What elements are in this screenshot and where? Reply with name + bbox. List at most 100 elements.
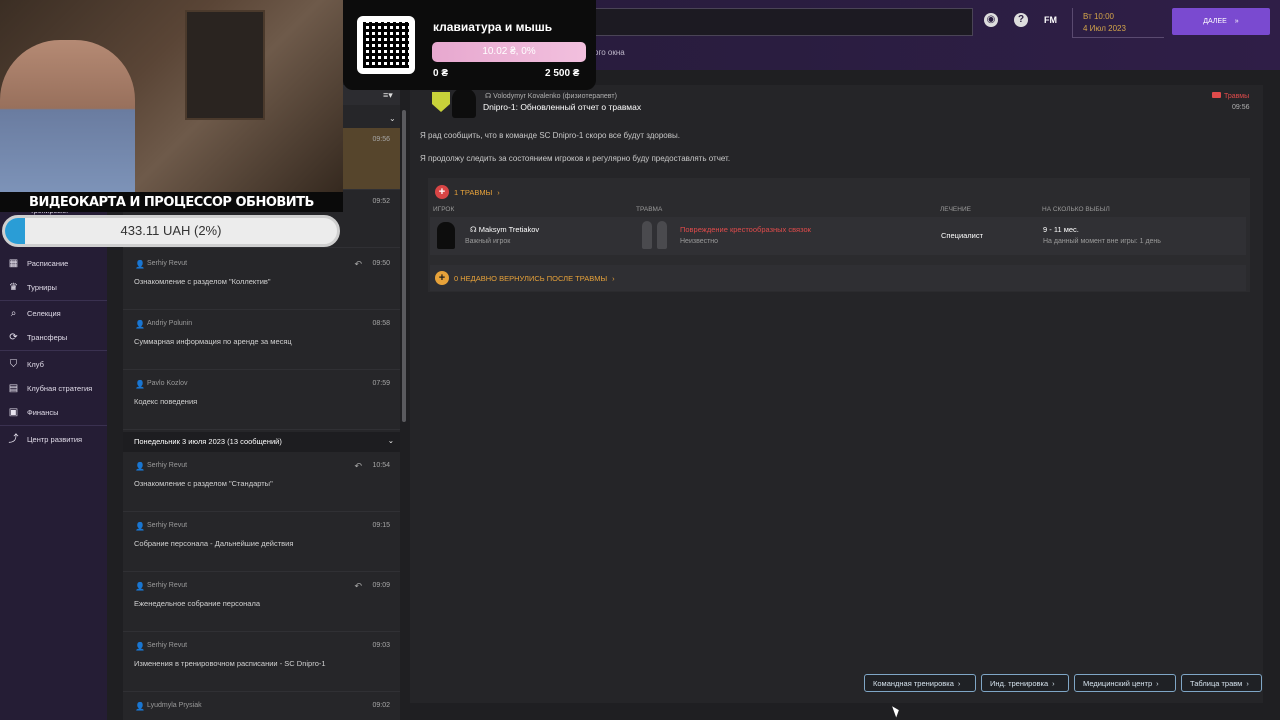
button-label: Медицинский центр <box>1083 678 1153 688</box>
nav-label: Расписание <box>27 259 69 268</box>
message-item[interactable]: 👤 Andriy Polunin 08:58 Суммарная информа… <box>123 312 400 370</box>
person-icon: 👤 <box>135 462 145 471</box>
col-injury: ТРАВМА <box>636 206 663 213</box>
message-from: ☊ Volodymyr Kovalenko (физиотерапевт) <box>485 92 617 100</box>
nav-label: Турниры <box>27 283 57 292</box>
col-treatment: ЛЕЧЕНИЕ <box>940 206 971 213</box>
returned-header[interactable]: + 0 НЕДАВНО ВЕРНУЛИСЬ ПОСЛЕ ТРАВМЫ › <box>435 271 615 285</box>
list-view-toggle-icon[interactable]: ≡▾ <box>383 90 393 101</box>
individual-training-button[interactable]: Инд. тренировка › <box>981 674 1069 692</box>
message-sender: Serhiy Revut <box>147 642 188 649</box>
player-avatar <box>437 222 455 249</box>
nav-item-finances[interactable]: ▣ Финансы <box>8 407 59 418</box>
injury-duration-note: На данный момент вне игры: 1 день <box>1043 238 1161 245</box>
message-tag[interactable]: Травмы <box>1212 92 1249 100</box>
search-input[interactable] <box>540 8 973 36</box>
message-subject: Кодекс поведения <box>134 397 198 406</box>
subtab-label[interactable]: ого окна <box>594 48 625 57</box>
donation-min: 0 ₴ <box>433 68 449 79</box>
chevron-right-icon: › <box>1052 678 1055 688</box>
message-item[interactable]: 👤 Lyudmyla Prysiak 09:02 <box>123 694 400 720</box>
from-role: (физиотерапевт) <box>562 93 617 100</box>
webcam-overlay <box>0 0 343 192</box>
transfer-icon: ⟳ <box>9 332 18 343</box>
chevron-right-icon: › <box>612 273 615 283</box>
mouse-cursor-icon <box>892 704 901 718</box>
button-label: Инд. тренировка <box>990 678 1049 688</box>
from-name[interactable]: Volodymyr Kovalenko <box>493 93 560 100</box>
message-list-scrollbar[interactable] <box>402 110 406 422</box>
donation-goal-text: 433.11 UAH (2%) <box>120 223 222 238</box>
fm-logo[interactable]: FM <box>1044 15 1057 25</box>
person-icon: 👤 <box>135 522 145 531</box>
injuries-header[interactable]: + 1 ТРАВМЫ › <box>435 185 500 199</box>
nav-item-tournaments[interactable]: ♛ Турниры <box>8 282 57 293</box>
message-sender: Serhiy Revut <box>147 462 188 469</box>
person-icon: 👤 <box>135 320 145 329</box>
nav-item-transfers[interactable]: ⟳ Трансферы <box>8 332 67 343</box>
button-label: Таблица травм <box>1190 678 1243 688</box>
message-item[interactable]: 👤 Serhiy Revut 09:15 Собрание персонала … <box>123 514 400 572</box>
nav-item-scouting[interactable]: ⌕ Селекция <box>8 308 61 319</box>
nav-label: Финансы <box>27 408 59 417</box>
donation-progress: 10.02 ₴, 0% <box>432 42 586 62</box>
webcam-person <box>0 40 135 192</box>
message-sender: Lyudmyla Prysiak <box>147 702 202 709</box>
message-item[interactable]: 👤 Serhiy Revut ↶ 09:50 Ознакомление с ра… <box>123 252 400 310</box>
message-item[interactable]: 👤 Serhiy Revut ↶ 10:54 Ознакомление с ра… <box>123 454 400 512</box>
webcam-background <box>185 10 265 120</box>
message-item[interactable]: 👤 Serhiy Revut 09:03 Изменения в трениро… <box>123 634 400 692</box>
continue-button[interactable]: ДАЛЕЕ » <box>1172 8 1270 35</box>
person-icon: 👤 <box>135 260 145 269</box>
person-icon: 👤 <box>135 642 145 651</box>
message-subject: Ознакомление с разделом "Стандарты" <box>134 479 273 488</box>
team-training-button[interactable]: Командная тренировка › <box>864 674 976 692</box>
treatment: Специалист <box>941 231 984 240</box>
donation-goal-bar: 433.11 UAH (2%) <box>2 215 340 247</box>
medical-centre-button[interactable]: Медицинский центр › <box>1074 674 1176 692</box>
nav-label: Клуб <box>27 360 44 369</box>
donation-max: 2 500 ₴ <box>545 68 580 79</box>
game-date: Вт 10:00 4 Июл 2023 <box>1072 8 1164 38</box>
reply-icon: ↶ <box>354 259 362 269</box>
injuries-header-label: 1 ТРАВМЫ <box>454 187 493 197</box>
date-day: 4 Июл 2023 <box>1083 24 1126 33</box>
date-time: Вт 10:00 <box>1083 12 1114 21</box>
chevron-down-icon[interactable]: ⌄ <box>389 114 396 123</box>
tag-label: Травмы <box>1224 93 1250 100</box>
body-back-icon <box>657 221 667 249</box>
headset-icon: ☊ <box>485 93 494 100</box>
shield-icon: ⛉ <box>9 359 18 370</box>
nav-item-development[interactable]: ⤴ Центр развития <box>8 434 83 445</box>
player-role: Важный игрок <box>465 238 511 245</box>
injury-row[interactable] <box>430 217 1246 255</box>
day-group-header[interactable]: Понедельник 3 июля 2023 (13 сообщений) ⌄ <box>123 432 400 452</box>
message-time: 09:56 <box>372 136 390 143</box>
nav-label: Трансферы <box>27 333 68 342</box>
message-time: 09:09 <box>372 582 390 589</box>
person-icon: 👤 <box>135 380 145 389</box>
message-item[interactable]: 👤 Serhiy Revut ↶ 09:09 Еженедельное собр… <box>123 574 400 632</box>
injury-duration: 9 - 11 мес. <box>1043 225 1079 234</box>
calendar-icon: ▦ <box>8 258 19 269</box>
message-item[interactable]: 👤 Pavlo Kozlov 07:59 Кодекс поведения <box>123 372 400 430</box>
globe-icon[interactable]: ◉ <box>984 13 998 27</box>
help-icon[interactable]: ? <box>1014 13 1028 27</box>
trophy-icon: ♛ <box>9 282 18 293</box>
sender-avatar <box>452 88 476 118</box>
message-time: 09:02 <box>372 702 390 709</box>
injury-name[interactable]: Повреждение крестообразных связок <box>680 225 811 234</box>
chevron-down-icon[interactable]: ⌄ <box>388 436 394 445</box>
nav-item-club[interactable]: ⛉ Клуб <box>8 359 44 370</box>
nav-item-schedule[interactable]: ▦ Расписание <box>8 258 69 269</box>
player-name-text: Maksym Tretiakov <box>478 225 540 234</box>
strategy-icon: ▤ <box>8 383 19 394</box>
nav-item-club-strategy[interactable]: ▤ Клубная стратегия <box>8 383 92 394</box>
person-icon: 👤 <box>135 582 145 591</box>
top-icons: ◉ ? FM <box>984 13 1057 27</box>
player-name[interactable]: ☊ Maksym Tretiakov <box>470 225 539 234</box>
finance-icon: ▣ <box>8 407 19 418</box>
chevron-right-icon: › <box>957 678 961 688</box>
injury-table-button[interactable]: Таблица травм › <box>1181 674 1262 692</box>
message-time: 09:03 <box>372 642 390 649</box>
